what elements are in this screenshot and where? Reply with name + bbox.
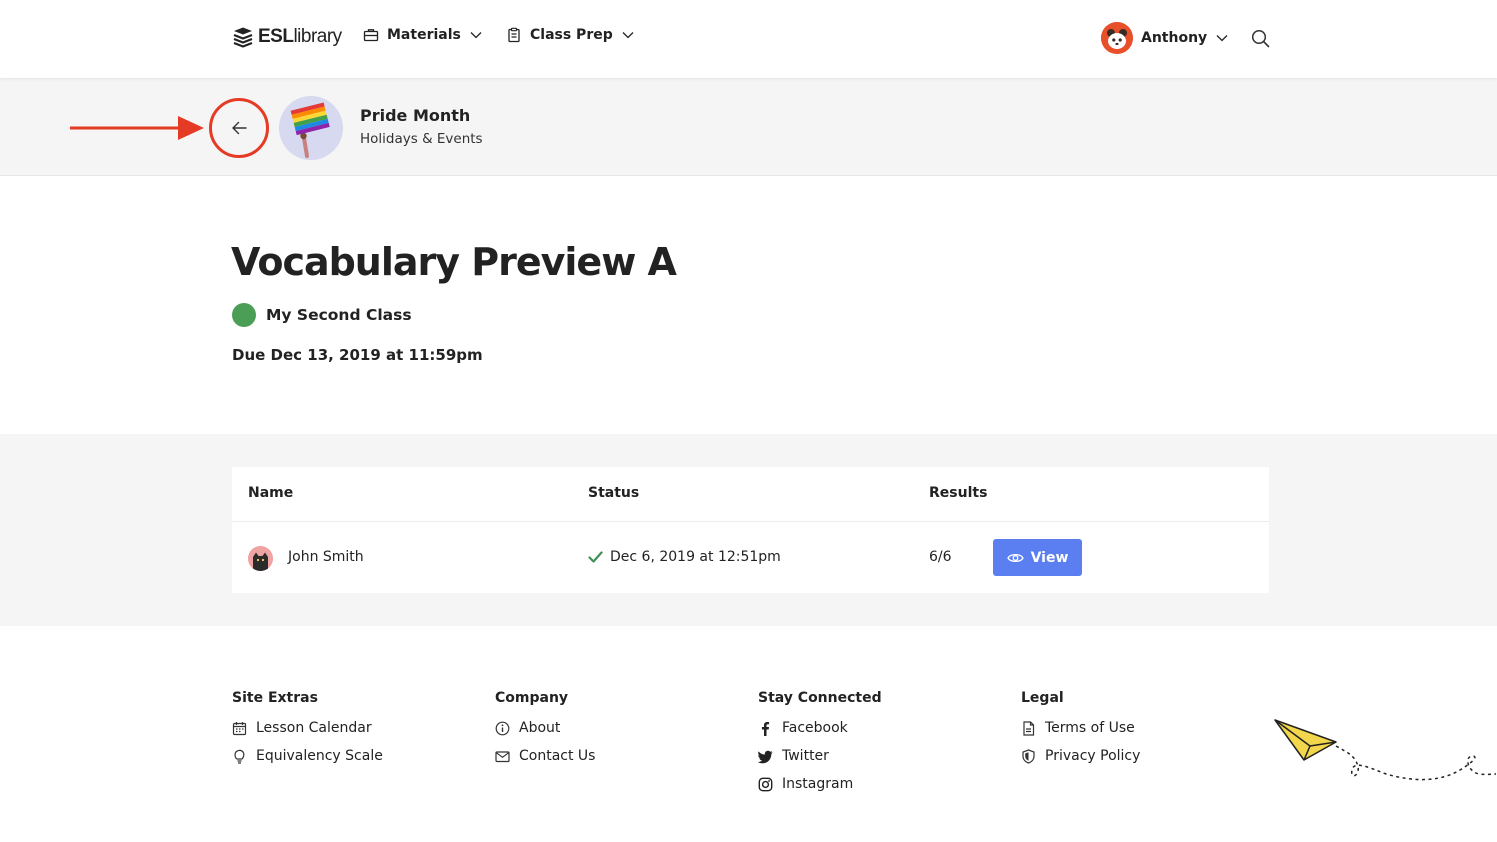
nav-materials-label: Materials [387,27,461,43]
back-button[interactable] [219,108,259,148]
student-avatar [248,546,273,571]
footer-link-privacy-policy[interactable]: Privacy Policy [1021,746,1140,766]
footer-column-company: Company About Contact Us [495,690,595,766]
footer-heading: Site Extras [232,690,318,706]
user-avatar [1101,22,1133,54]
footer-link-twitter[interactable]: Twitter [758,746,882,766]
briefcase-icon [363,29,379,42]
footer-link-facebook[interactable]: Facebook [758,718,882,738]
user-menu[interactable]: Anthony [1101,22,1229,54]
lightbulb-icon [234,749,245,764]
user-name: Anthony [1141,30,1208,46]
nav-class-prep[interactable]: Class Prep [506,27,635,43]
footer-column-site-extras: Site Extras Lesson Calendar Equivalency … [232,690,383,766]
footer-column-legal: Legal Terms of Use Privacy Policy [1021,690,1140,766]
footer-column-stay-connected: Stay Connected Facebook Twitter Instagra… [758,690,882,794]
nav-materials[interactable]: Materials [363,27,483,43]
topic-title: Pride Month [360,106,471,125]
table-row: John Smith Dec 6, 2019 at 12:51pm 6/6 Vi… [232,522,1269,593]
footer-link-contact-us[interactable]: Contact Us [495,746,595,766]
document-icon [1023,720,1035,736]
footer-link-terms-of-use[interactable]: Terms of Use [1021,718,1140,738]
due-date: Due Dec 13, 2019 at 11:59pm [232,346,483,364]
chevron-down-icon [1216,35,1228,42]
clipboard-icon [508,27,520,43]
footer-link-lesson-calendar[interactable]: Lesson Calendar [232,718,383,738]
view-button-label: View [1030,549,1069,566]
footer-link-about[interactable]: About [495,718,595,738]
submission-status: Dec 6, 2019 at 12:51pm [610,549,781,565]
class-name: My Second Class [266,306,412,324]
arrow-left-icon [232,121,247,135]
footer-heading: Stay Connected [758,690,882,706]
view-results-button[interactable]: View [993,539,1082,576]
topic-image [279,96,343,160]
eye-icon [1006,553,1024,562]
esl-library-logo[interactable]: ESLlibrary [232,26,342,48]
twitter-icon [758,750,773,763]
footer-link-equivalency-scale[interactable]: Equivalency Scale [232,746,383,766]
facebook-icon [761,721,770,736]
student-name: John Smith [288,549,364,565]
checkmark-icon [588,551,603,563]
column-header-name: Name [248,485,294,501]
search-icon[interactable] [1251,29,1270,48]
calendar-icon [232,721,247,735]
cat-avatar-icon [248,546,273,571]
footer-heading: Company [495,690,569,706]
page-title: Vocabulary Preview A [231,240,677,284]
column-header-results: Results [929,485,988,501]
column-header-status: Status [588,485,640,501]
footer-link-instagram[interactable]: Instagram [758,774,882,794]
logo-wordmark: ESLlibrary [258,26,342,47]
topic-category: Holidays & Events [360,131,483,147]
chevron-down-icon [470,32,482,39]
annotation-arrow-icon [70,116,204,140]
footer-heading: Legal [1021,690,1064,706]
info-icon [495,721,510,735]
nav-class-prep-label: Class Prep [530,27,613,43]
shield-icon [1022,748,1035,764]
results-table: Name Status Results John Smith Dec 6, 20… [232,467,1269,593]
rainbow-flag-icon [290,102,330,158]
chevron-down-icon [622,32,634,39]
top-navigation-bar: ESLlibrary Materials Class Prep Anthony [0,0,1497,78]
paper-plane-icon [1274,719,1497,781]
class-label: My Second Class [232,303,412,327]
panda-avatar-icon [1101,22,1133,54]
result-score: 6/6 [929,549,952,565]
mail-icon [495,750,510,762]
class-color-dot [232,303,256,327]
stacked-books-icon [233,27,253,48]
instagram-icon [758,777,773,791]
